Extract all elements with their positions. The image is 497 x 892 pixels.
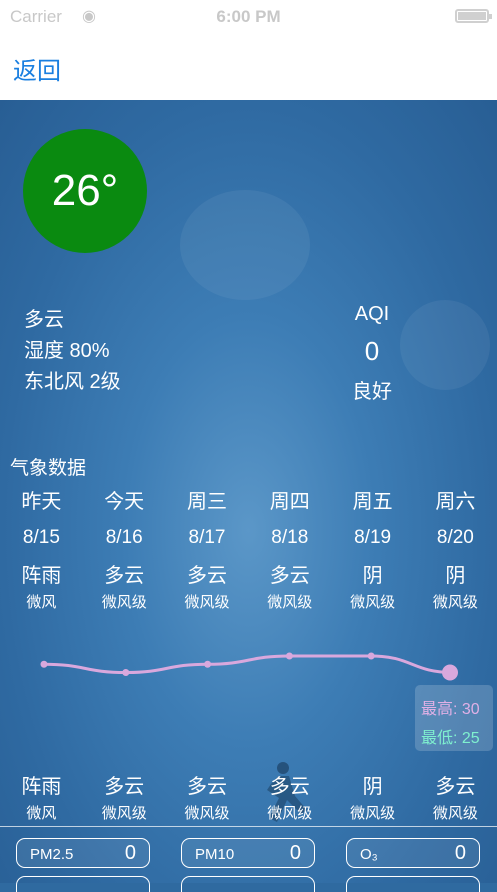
night-forecast: 多云 微风级 (166, 770, 249, 823)
pm25-value: 0 (124, 842, 136, 864)
night-weather: 阵雨 (21, 776, 62, 798)
background-glow (180, 190, 310, 300)
series-line-0 (43, 654, 454, 675)
forecast-day: 周三 8/17 多云 微风级 (166, 485, 249, 612)
day-wind: 微风 (26, 594, 57, 611)
day-name: 周四 (269, 491, 310, 513)
day-wind: 微风级 (350, 594, 396, 611)
night-forecast: 多云 微风级 (248, 770, 331, 823)
day-wind: 微风级 (432, 594, 478, 611)
night-wind: 微风级 (101, 805, 147, 822)
day-weather: 阴 (445, 565, 466, 587)
day-date: 8/18 (271, 527, 309, 548)
night-weather: 阴 (362, 776, 383, 798)
pm10-label: PM10 (195, 846, 235, 863)
back-button[interactable]: 返回 (13, 51, 61, 86)
day-wind: 微风级 (184, 594, 230, 611)
condition-text: 多云 (24, 309, 64, 331)
night-wind: 微风 (26, 805, 57, 822)
forecast-day: 周五 8/19 阴 微风级 (331, 485, 414, 612)
o3-label: O₃ (360, 846, 378, 863)
pm-pill-partial (16, 876, 150, 892)
data-point (40, 660, 48, 668)
night-wind: 微风级 (432, 805, 478, 822)
data-point (367, 652, 375, 660)
night-forecast: 多云 微风级 (83, 770, 166, 823)
day-name: 昨天 (21, 491, 62, 513)
aqi-level: 良好 (352, 381, 392, 403)
night-weather: 多云 (186, 776, 227, 798)
air-quality-bar: PM2.5 0 PM10 0 O₃ 0 (0, 826, 497, 892)
legend-low: 最低: 25 (421, 730, 480, 747)
clock: 6:00 PM (216, 7, 281, 26)
pm-pill-partial (346, 876, 480, 892)
humidity-text: 湿度 80% (24, 340, 110, 362)
pm10-value: 0 (289, 842, 301, 864)
night-weather: 多云 (269, 776, 310, 798)
night-wind: 微风级 (350, 805, 396, 822)
day-name: 周五 (352, 491, 393, 513)
night-forecast: 阴 微风级 (331, 770, 414, 823)
data-point (285, 652, 293, 660)
navigation-bar: 返回 (0, 34, 497, 100)
data-point (442, 664, 458, 681)
weather-content: 26° 多云 湿度 80% 东北风 2级 AQI 0 良好 气象数据 昨天 8/… (0, 100, 497, 892)
wind-text: 东北风 2级 (24, 371, 121, 393)
background-glow (400, 300, 490, 390)
day-weather: 阴 (362, 565, 383, 587)
day-date: 8/19 (354, 527, 392, 548)
day-weather: 多云 (269, 565, 310, 587)
forecast-day: 周四 8/18 多云 微风级 (248, 485, 331, 612)
day-name: 周六 (435, 491, 476, 513)
section-title: 气象数据 (10, 458, 87, 479)
pm10-pill: PM10 0 (181, 838, 315, 868)
aqi-label: AQI (354, 303, 390, 325)
forecast-columns: 昨天 8/15 阵雨 微风 今天 8/16 多云 微风级 周三 8/17 多云 … (0, 485, 497, 612)
night-forecast: 多云 微风级 (414, 770, 497, 823)
night-weather: 多云 (104, 776, 145, 798)
day-wind: 微风级 (267, 594, 313, 611)
day-name: 周三 (186, 491, 227, 513)
aqi-value: 0 (364, 336, 380, 366)
night-forecast-columns: 阵雨 微风 多云 微风级 多云 微风级 多云 微风级 阴 微风级 多云 微风级 (0, 770, 497, 823)
day-date: 8/20 (436, 527, 474, 548)
o3-pill: O₃ 0 (346, 838, 480, 868)
battery-icon (455, 9, 492, 23)
day-date: 8/15 (22, 527, 60, 548)
status-bar: Carrier ◉ 6:00 PM (0, 0, 497, 34)
night-forecast: 阵雨 微风 (0, 770, 83, 823)
data-point (204, 660, 212, 668)
data-point (122, 669, 130, 676)
legend-high: 最高: 30 (421, 701, 480, 718)
pm25-label: PM2.5 (30, 846, 74, 863)
forecast-day: 今天 8/16 多云 微风级 (83, 485, 166, 612)
o3-value: 0 (454, 842, 466, 864)
day-date: 8/17 (188, 527, 226, 548)
day-date: 8/16 (105, 527, 143, 548)
night-wind: 微风级 (184, 805, 230, 822)
temperature-badge: 26° (23, 129, 147, 253)
pm25-pill: PM2.5 0 (16, 838, 150, 868)
day-name: 今天 (104, 491, 145, 513)
day-wind: 微风级 (101, 594, 147, 611)
day-weather: 多云 (186, 565, 227, 587)
pm-pill-partial (181, 876, 315, 892)
night-wind: 微风级 (267, 805, 313, 822)
day-weather: 阵雨 (21, 565, 62, 587)
forecast-day: 周六 8/20 阴 微风级 (414, 485, 497, 612)
forecast-day: 昨天 8/15 阵雨 微风 (0, 485, 83, 612)
day-weather: 多云 (104, 565, 145, 587)
night-weather: 多云 (435, 776, 476, 798)
